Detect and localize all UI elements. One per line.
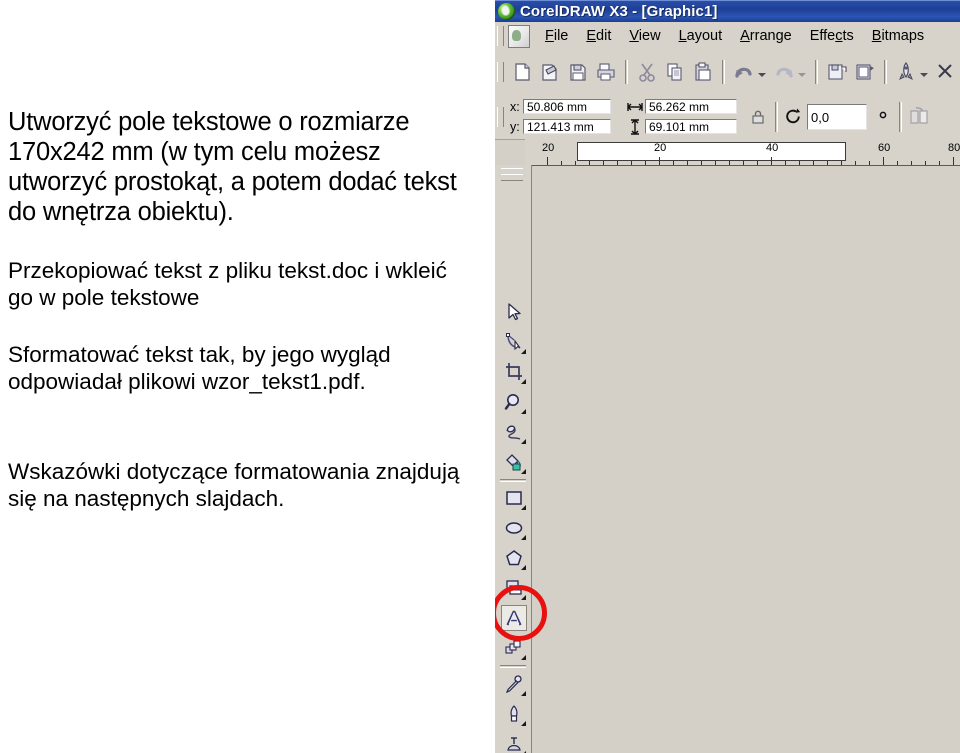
y-label: y:	[510, 119, 520, 134]
copy-icon[interactable]	[662, 59, 688, 85]
toolbar-grip[interactable]	[497, 62, 504, 82]
corel-connect-icon[interactable]	[933, 59, 959, 85]
redo-dropdown-arrow[interactable]	[798, 73, 806, 77]
smart-fill-tool-flyout-arrow[interactable]	[521, 469, 526, 474]
shape-tool[interactable]	[501, 329, 527, 355]
lock-ratio-icon[interactable]	[749, 108, 767, 126]
rectangle-tool[interactable]	[501, 485, 527, 511]
outline-tool-flyout-arrow[interactable]	[521, 721, 526, 726]
menu-item-effects[interactable]: Effects	[810, 28, 854, 44]
polygon-tool-flyout-arrow[interactable]	[521, 565, 526, 570]
ruler-h-label-4: 80	[948, 142, 960, 154]
slide-text-panel: Utworzyć pole tekstowe o rozmiarze 170x2…	[0, 0, 495, 753]
standard-toolbar	[495, 50, 960, 95]
zoom-tool[interactable]	[501, 389, 527, 415]
degree-icon	[879, 111, 887, 118]
height-field[interactable]: 69.101 mm	[645, 119, 737, 134]
object-size-group: 56.262 mm 69.101 mm	[625, 98, 737, 136]
menu-item-file[interactable]: File	[545, 28, 568, 44]
fill-tool[interactable]	[501, 731, 527, 753]
import-icon[interactable]	[824, 59, 850, 85]
save-icon[interactable]	[565, 59, 591, 85]
slide-page: Utworzyć pole tekstowe o rozmiarze 170x2…	[0, 0, 960, 753]
document-icon[interactable]	[508, 24, 530, 48]
width-field[interactable]: 56.262 mm	[645, 99, 737, 114]
rotation-angle-field[interactable]: 0,0	[807, 103, 867, 130]
crop-tool-flyout-arrow[interactable]	[521, 379, 526, 384]
rectangle-tool-flyout-arrow[interactable]	[521, 505, 526, 510]
pick-tool[interactable]	[501, 299, 527, 325]
mirror-icon[interactable]	[908, 106, 930, 128]
menu-item-bitmaps[interactable]: Bitmaps	[872, 28, 924, 44]
cut-icon[interactable]	[634, 59, 660, 85]
coreldraw-balloon-icon	[498, 3, 515, 20]
print-icon[interactable]	[593, 59, 619, 85]
ellipse-tool[interactable]	[501, 515, 527, 541]
launcher-dropdown-arrow[interactable]	[920, 73, 928, 77]
undo-icon[interactable]	[731, 59, 757, 85]
ruler-h-label-1: 20	[654, 142, 667, 154]
x-label: x:	[510, 99, 520, 114]
undo-dropdown-arrow[interactable]	[758, 73, 766, 77]
menu-bar: File Edit View Layout Arrange Effects Bi…	[495, 22, 960, 51]
toolbox-separator	[500, 479, 526, 482]
application-launcher-icon[interactable]	[893, 59, 919, 85]
rotation-angle-icon	[786, 108, 801, 124]
object-position-group: x: 50.806 mm y: 121.413 mm	[508, 98, 611, 136]
paste-icon[interactable]	[690, 59, 716, 85]
new-icon[interactable]	[509, 59, 535, 85]
window-title: CorelDRAW X3 - [Graphic1]	[520, 3, 718, 20]
propertybar-grip[interactable]	[497, 106, 504, 127]
menu-item-edit[interactable]: Edit	[586, 28, 611, 44]
redo-icon[interactable]	[771, 59, 797, 85]
open-icon[interactable]	[537, 59, 563, 85]
coreldraw-window: CorelDRAW X3 - [Graphic1] File Edit View…	[495, 0, 960, 753]
slide-paragraph-3: Sformatować tekst tak, by jego wygląd od…	[8, 342, 391, 394]
ellipse-tool-flyout-arrow[interactable]	[521, 535, 526, 540]
ruler-h-label-0: 20	[542, 142, 555, 154]
blend-tool-flyout-arrow[interactable]	[521, 655, 526, 660]
slide-paragraph-1: Utworzyć pole tekstowe o rozmiarze 170x2…	[8, 108, 457, 227]
horizontal-ruler[interactable]: 20 20 40 60 80	[525, 139, 960, 166]
eyedropper-tool-flyout-arrow[interactable]	[521, 691, 526, 696]
ruler-h-label-3: 60	[878, 142, 891, 154]
x-position-field[interactable]: 50.806 mm	[523, 99, 611, 114]
zoom-tool-flyout-arrow[interactable]	[521, 409, 526, 414]
propertybar-separator	[899, 101, 902, 132]
horizontal-size-icon	[627, 102, 643, 111]
outline-tool[interactable]	[501, 701, 527, 727]
shape-tool-flyout-arrow[interactable]	[521, 349, 526, 354]
window-titlebar: CorelDRAW X3 - [Graphic1]	[495, 0, 960, 22]
freehand-tool-flyout-arrow[interactable]	[521, 439, 526, 444]
propertybar-separator	[775, 101, 778, 132]
menu-item-view[interactable]: View	[629, 28, 660, 44]
slide-paragraph-4: Wskazówki dotyczące formatowania znajduj…	[8, 459, 460, 511]
toolbox-grip-2[interactable]	[501, 174, 523, 181]
crop-tool[interactable]	[501, 359, 527, 385]
vertical-size-icon	[631, 118, 639, 135]
ruler-page-extent	[577, 142, 846, 161]
toolbox-separator	[500, 665, 526, 668]
menu-item-layout[interactable]: Layout	[679, 28, 723, 44]
toolbox	[495, 165, 532, 753]
slide-paragraph-2: Przekopiować tekst z pliku tekst.doc i w…	[8, 258, 447, 310]
property-bar: x: 50.806 mm y: 121.413 mm 56.262 mm 69.…	[495, 94, 960, 140]
y-position-field[interactable]: 121.413 mm	[523, 119, 611, 134]
toolbar-separator	[815, 60, 818, 84]
toolbar-separator	[625, 60, 628, 84]
eyedropper-tool[interactable]	[501, 671, 527, 697]
toolbar-separator	[722, 60, 725, 84]
text-tool-annotation-circle	[495, 585, 547, 641]
menubar-grip[interactable]	[497, 26, 504, 46]
export-icon[interactable]	[852, 59, 878, 85]
smart-fill-tool[interactable]	[501, 449, 527, 475]
menu-item-arrange[interactable]: Arrange	[740, 28, 792, 44]
freehand-tool[interactable]	[501, 419, 527, 445]
polygon-tool[interactable]	[501, 545, 527, 571]
toolbar-separator	[884, 60, 887, 84]
ruler-h-label-2: 40	[766, 142, 779, 154]
